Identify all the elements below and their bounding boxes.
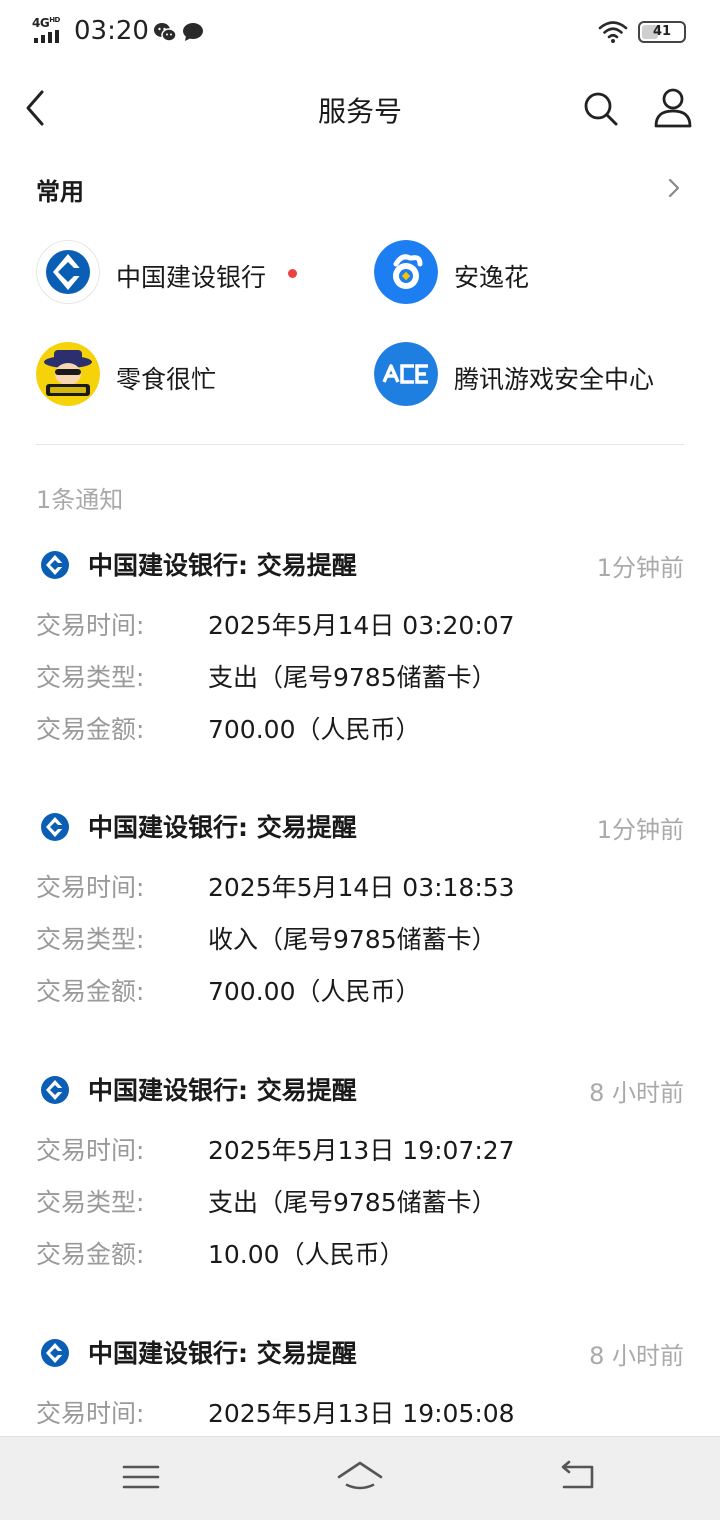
frequent-account-anyihua[interactable]: 安逸花 bbox=[374, 238, 694, 308]
message-title: 中国建设银行: 交易提醒 bbox=[88, 813, 357, 842]
row-value: 支出（尾号9785储蓄卡） bbox=[208, 663, 497, 692]
row-label: 交易时间: bbox=[36, 1136, 145, 1165]
row-value: 2025年5月14日 03:20:07 bbox=[208, 611, 515, 640]
unread-dot bbox=[288, 269, 297, 278]
message-title: 中国建设银行: 交易提醒 bbox=[88, 551, 357, 580]
ccb-logo-icon bbox=[41, 813, 69, 841]
row-label: 交易时间: bbox=[36, 1399, 145, 1428]
network-type: 4G bbox=[32, 16, 50, 30]
row-value: 支出（尾号9785储蓄卡） bbox=[208, 1188, 497, 1217]
row-label: 交易时间: bbox=[36, 611, 145, 640]
frequent-account-lingshihenmang[interactable]: 零食很忙 bbox=[36, 340, 356, 410]
profile-icon[interactable] bbox=[652, 86, 694, 130]
frequent-section-header[interactable]: 常用 bbox=[36, 160, 686, 216]
message-time: 1分钟前 bbox=[596, 554, 684, 582]
frequent-account-ace[interactable]: 腾讯游戏安全中心 bbox=[374, 340, 694, 410]
message-title: 中国建设银行: 交易提醒 bbox=[88, 1076, 357, 1105]
row-value: 10.00（人民币） bbox=[208, 1240, 405, 1269]
back-icon[interactable] bbox=[554, 1455, 604, 1499]
row-value: 2025年5月14日 03:18:53 bbox=[208, 873, 515, 902]
account-name: 安逸花 bbox=[454, 263, 530, 292]
search-icon[interactable] bbox=[580, 88, 622, 130]
chevron-right-icon[interactable] bbox=[664, 176, 684, 200]
wechat-icon bbox=[154, 23, 176, 42]
account-name: 腾讯游戏安全中心 bbox=[454, 365, 655, 394]
message-row: 交易时间: 2025年5月14日 03:18:53 bbox=[36, 868, 684, 908]
message-title: 中国建设银行: 交易提醒 bbox=[88, 1339, 357, 1368]
message-time: 8 小时前 bbox=[589, 1342, 684, 1370]
message-row: 交易时间: 2025年5月13日 19:07:27 bbox=[36, 1131, 684, 1171]
row-value: 收入（尾号9785储蓄卡） bbox=[208, 925, 497, 954]
row-label: 交易类型: bbox=[36, 1188, 145, 1217]
row-value: 700.00（人民币） bbox=[208, 715, 421, 744]
row-label: 交易类型: bbox=[36, 925, 145, 954]
section-divider bbox=[36, 444, 684, 445]
row-value: 2025年5月13日 19:05:08 bbox=[208, 1399, 515, 1428]
ace-logo-icon bbox=[374, 342, 438, 406]
row-label: 交易金额: bbox=[36, 1240, 145, 1269]
chat-bubble-icon bbox=[183, 23, 203, 41]
message-row: 交易时间: 2025年5月13日 19:05:08 bbox=[36, 1394, 684, 1434]
notification-count: 1条通知 bbox=[36, 486, 124, 514]
message-row: 交易金额: 700.00（人民币） bbox=[36, 710, 684, 750]
message-row: 交易金额: 10.00（人民币） bbox=[36, 1235, 684, 1275]
row-label: 交易类型: bbox=[36, 663, 145, 692]
message-card[interactable]: 中国建设银行: 交易提醒 8 小时前 交易时间: 2025年5月13日 19:0… bbox=[36, 1328, 684, 1436]
frequent-account-ccb[interactable]: 中国建设银行 bbox=[36, 238, 356, 308]
ccb-logo-icon bbox=[41, 1076, 69, 1104]
row-label: 交易金额: bbox=[36, 977, 145, 1006]
home-icon[interactable] bbox=[335, 1455, 385, 1499]
status-time: 03:20 bbox=[74, 16, 149, 46]
row-value: 2025年5月13日 19:07:27 bbox=[208, 1136, 515, 1165]
row-label: 交易时间: bbox=[36, 873, 145, 902]
header: 服务号 bbox=[0, 64, 720, 154]
message-card[interactable]: 中国建设银行: 交易提醒 1分钟前 交易时间: 2025年5月14日 03:18… bbox=[36, 802, 684, 1022]
wifi-icon bbox=[598, 21, 628, 43]
message-row: 交易类型: 支出（尾号9785储蓄卡） bbox=[36, 1183, 684, 1223]
message-row: 交易金额: 700.00（人民币） bbox=[36, 972, 684, 1012]
battery-icon: 41 bbox=[638, 21, 686, 43]
message-row: 交易类型: 收入（尾号9785储蓄卡） bbox=[36, 920, 684, 960]
account-name: 零食很忙 bbox=[116, 365, 217, 394]
message-card[interactable]: 中国建设银行: 交易提醒 8 小时前 交易时间: 2025年5月13日 19:0… bbox=[36, 1065, 684, 1285]
message-card[interactable]: 中国建设银行: 交易提醒 1分钟前 交易时间: 2025年5月14日 03:20… bbox=[36, 540, 684, 760]
message-row: 交易类型: 支出（尾号9785储蓄卡） bbox=[36, 658, 684, 698]
system-navigation-bar bbox=[0, 1436, 720, 1520]
ccb-logo-icon bbox=[41, 551, 69, 579]
ccb-logo-icon bbox=[36, 240, 100, 304]
row-value: 700.00（人民币） bbox=[208, 977, 421, 1006]
lingshihenmang-logo-icon bbox=[36, 342, 100, 406]
message-time: 1分钟前 bbox=[596, 816, 684, 844]
ccb-logo-icon bbox=[41, 1339, 69, 1367]
account-name: 中国建设银行 bbox=[116, 263, 267, 292]
frequent-title: 常用 bbox=[36, 178, 84, 206]
anyihua-logo-icon bbox=[374, 240, 438, 304]
battery-level: 41 bbox=[652, 24, 672, 39]
network-sup: HD bbox=[49, 16, 60, 24]
signal-icon: 4GHD bbox=[32, 16, 66, 44]
message-row: 交易时间: 2025年5月14日 03:20:07 bbox=[36, 606, 684, 646]
row-label: 交易金额: bbox=[36, 715, 145, 744]
message-time: 8 小时前 bbox=[589, 1079, 684, 1107]
status-bar: 4GHD 03:20 41 bbox=[0, 0, 720, 64]
menu-icon[interactable] bbox=[116, 1455, 166, 1499]
